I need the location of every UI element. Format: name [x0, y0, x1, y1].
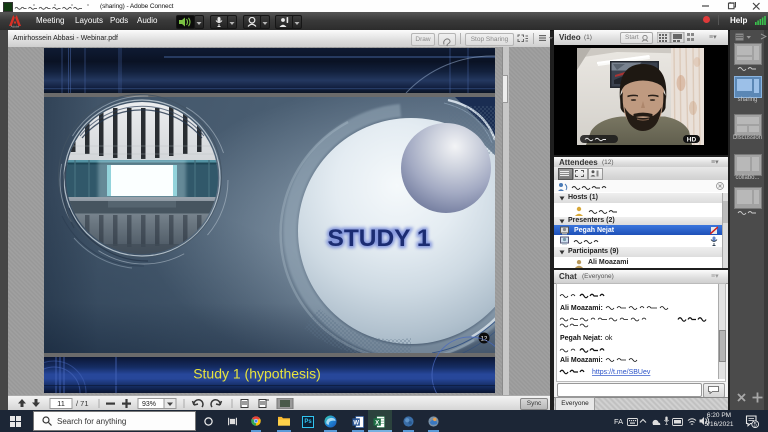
svg-text:/ 71: / 71 — [76, 399, 89, 408]
svg-text:Adobe: Adobe — [11, 25, 20, 29]
svg-text:ok: ok — [605, 335, 613, 342]
svg-text:Study 1 (hypothesis): Study 1 (hypothesis) — [193, 366, 321, 382]
svg-text:HD: HD — [687, 137, 697, 144]
svg-text:Pegah Nejat:: Pegah Nejat: — [560, 335, 602, 342]
svg-text:https://t.me/SBUev: https://t.me/SBUev — [592, 369, 651, 376]
svg-text:W: W — [353, 420, 359, 426]
svg-text:Ali Moazami:: Ali Moazami: — [560, 305, 603, 312]
svg-text:X: X — [375, 420, 379, 426]
svg-text:93%: 93% — [142, 401, 156, 408]
svg-text:11: 11 — [57, 399, 65, 408]
svg-text:Ali Moazami:: Ali Moazami: — [560, 357, 603, 364]
svg-text:STUDY 1: STUDY 1 — [327, 225, 430, 252]
